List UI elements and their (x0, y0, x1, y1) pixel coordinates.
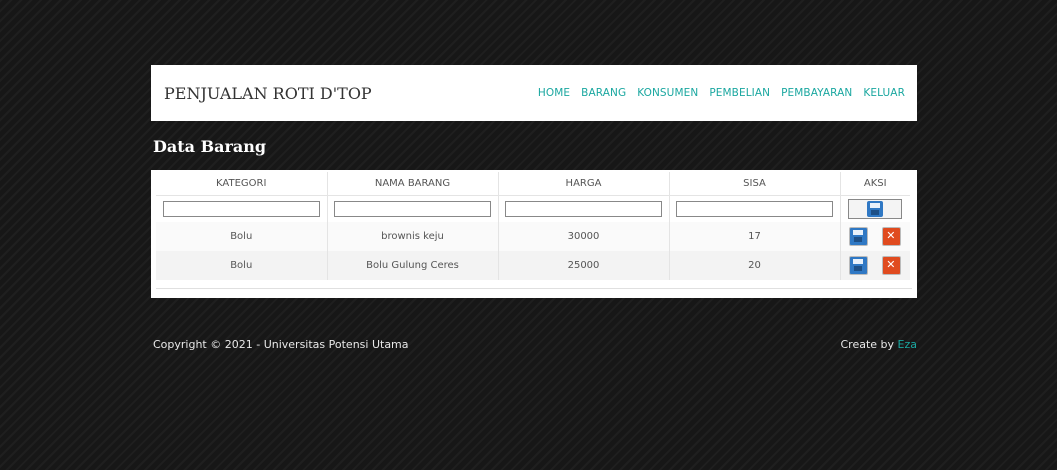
kategori-input[interactable] (162, 201, 320, 217)
data-panel: KATEGORI NAMA BARANG HARGA SISA AKSI Bol… (151, 170, 917, 298)
nav-konsumen[interactable]: KONSUMEN (637, 87, 698, 99)
save-icon (867, 201, 884, 217)
nav-pembelian[interactable]: PEMBELIAN (709, 87, 770, 99)
cell-nama-barang: brownis keju (327, 222, 499, 251)
main-nav: HOME BARANG KONSUMEN PEMBELIAN PEMBAYARA… (527, 87, 905, 99)
save-icon[interactable] (849, 227, 869, 246)
table-header-row: KATEGORI NAMA BARANG HARGA SISA AKSI (156, 172, 910, 196)
row-actions (842, 227, 910, 246)
cell-harga: 25000 (498, 251, 670, 280)
cell-nama-barang: Bolu Gulung Ceres (327, 251, 499, 280)
column-header-aksi: AKSI (840, 172, 910, 196)
nama-barang-input[interactable] (334, 201, 491, 217)
nav-home[interactable]: HOME (538, 87, 570, 99)
data-table: KATEGORI NAMA BARANG HARGA SISA AKSI Bol… (156, 172, 910, 280)
delete-icon[interactable] (882, 256, 902, 275)
column-header-sisa: SISA (669, 172, 841, 196)
delete-icon[interactable] (882, 227, 902, 246)
cell-harga: 30000 (498, 222, 670, 251)
nav-barang[interactable]: BARANG (581, 87, 626, 99)
author-link[interactable]: Eza (898, 338, 917, 351)
sisa-input[interactable] (676, 201, 833, 217)
cell-kategori: Bolu (156, 251, 328, 280)
page-title: Data Barang (153, 137, 267, 156)
column-header-nama-barang: NAMA BARANG (327, 172, 499, 196)
cell-kategori: Bolu (156, 222, 328, 251)
input-row (156, 195, 910, 222)
column-header-harga: HARGA (498, 172, 670, 196)
row-actions (842, 256, 910, 275)
footer-credit: Create by Eza (840, 338, 917, 351)
footer-copyright: Copyright © 2021 - Universitas Potensi U… (153, 338, 409, 351)
nav-keluar[interactable]: KELUAR (863, 87, 905, 99)
cell-sisa: 20 (669, 251, 841, 280)
add-save-button[interactable] (848, 199, 903, 219)
harga-input[interactable] (505, 201, 662, 217)
save-icon[interactable] (849, 256, 869, 275)
column-header-kategori: KATEGORI (156, 172, 328, 196)
table-row: Bolu brownis keju 30000 17 (156, 222, 910, 251)
table-row: Bolu Bolu Gulung Ceres 25000 20 (156, 251, 910, 280)
cell-sisa: 17 (669, 222, 841, 251)
nav-pembayaran[interactable]: PEMBAYARAN (781, 87, 852, 99)
top-header: PENJUALAN ROTI D'TOP HOME BARANG KONSUME… (151, 65, 917, 121)
brand-title: PENJUALAN ROTI D'TOP (164, 83, 372, 103)
divider (156, 288, 912, 289)
create-by-label: Create by (840, 338, 895, 351)
